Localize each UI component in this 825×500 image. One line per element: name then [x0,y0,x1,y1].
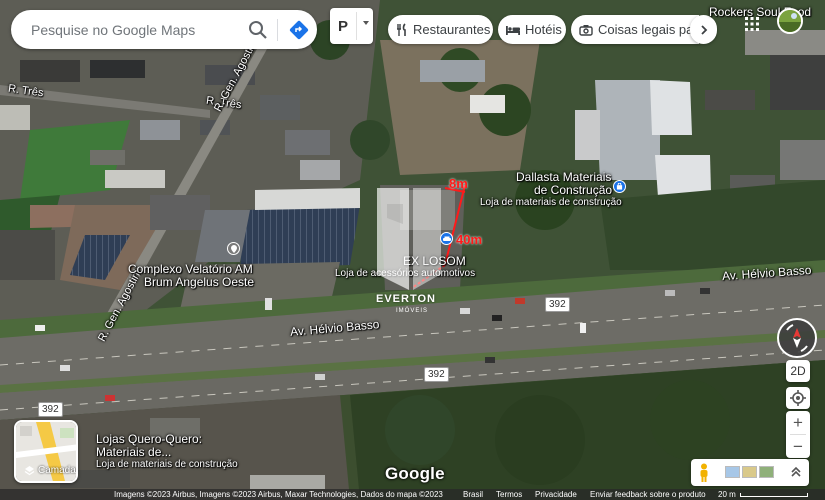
watermark-name: EVERTON [376,293,436,305]
shopping-bag-icon[interactable] [613,180,626,193]
parking-icon: P [338,17,349,35]
compass-button[interactable] [777,318,817,358]
scale-label[interactable]: 20 m [718,489,736,500]
attribution-text: Imagens ©2023 Airbus, Imagens ©2023 Airb… [114,490,443,499]
chip-divider [356,12,357,40]
camera-icon [579,24,593,36]
chip-hotels[interactable]: Hotéis [498,15,566,44]
poi-name: Materiais de... [96,445,172,459]
search-box[interactable] [11,10,317,49]
poi-category: Loja de materiais de construção [480,197,622,208]
apps-grid-icon[interactable] [744,16,760,32]
my-location-button[interactable] [786,387,810,409]
search-icon[interactable] [247,19,269,41]
pegman-icon[interactable] [697,463,711,482]
place-pin-icon[interactable] [227,242,240,255]
chip-restaurants[interactable]: Restaurantes [388,15,493,44]
measurement-label-width: 8m [449,176,468,191]
poi-name: Brum Angelus Oeste [144,275,255,289]
watermark-subtitle: IMÓVEIS [396,308,429,314]
feedback-link[interactable]: Enviar feedback sobre o produto [590,489,706,500]
map-footer: Imagens ©2023 Airbus, Imagens ©2023 Airb… [0,489,825,500]
chip-label: Restaurantes [413,22,491,37]
street-view-bar[interactable] [691,459,809,486]
chevron-up-icon[interactable] [789,464,803,480]
directions-icon[interactable] [288,19,310,41]
route-shield: 392 [424,367,449,382]
poi-category: Loja de materiais de construção [96,459,238,470]
scale-bar[interactable] [740,493,808,497]
layers-label: Camadas [24,465,76,476]
poi-name: de Construção [534,183,613,197]
route-shield: 392 [545,297,570,312]
chip-label: Hotéis [525,22,562,37]
measurement-label-length: 40m [456,232,483,247]
chevron-down-icon [363,21,369,25]
imagery-thumb-2[interactable] [742,466,757,478]
account-avatar[interactable] [777,8,803,34]
chip-things-to-do[interactable]: Coisas legais para [571,15,699,44]
search-input[interactable] [31,21,236,38]
zoom-controls: + − [786,411,810,458]
chevron-right-icon [700,24,707,35]
layers-button[interactable]: Camadas [14,420,78,483]
terms-link[interactable]: Termos [496,489,522,500]
country-link[interactable]: Brasil [463,489,483,500]
toggle-2d-button[interactable]: 2D [786,360,810,382]
zoom-out-button[interactable]: − [786,435,810,458]
hotel-icon [506,25,520,35]
privacy-link[interactable]: Privacidade [535,489,577,500]
compass-icon [786,324,808,352]
my-location-icon [790,390,806,406]
route-shield: 392 [38,402,63,417]
chip-label: Coisas legais para [598,22,699,37]
parking-layer-dropdown[interactable]: P [330,8,373,44]
google-logo: Google [385,464,445,483]
layers-icon [24,466,35,476]
avatar-image [779,10,801,32]
imagery-thumb-3[interactable] [759,466,774,478]
restaurant-icon [397,22,406,36]
search-divider [277,19,278,41]
imagery-thumb-1[interactable] [725,466,740,478]
zoom-in-button[interactable]: + [786,411,810,434]
